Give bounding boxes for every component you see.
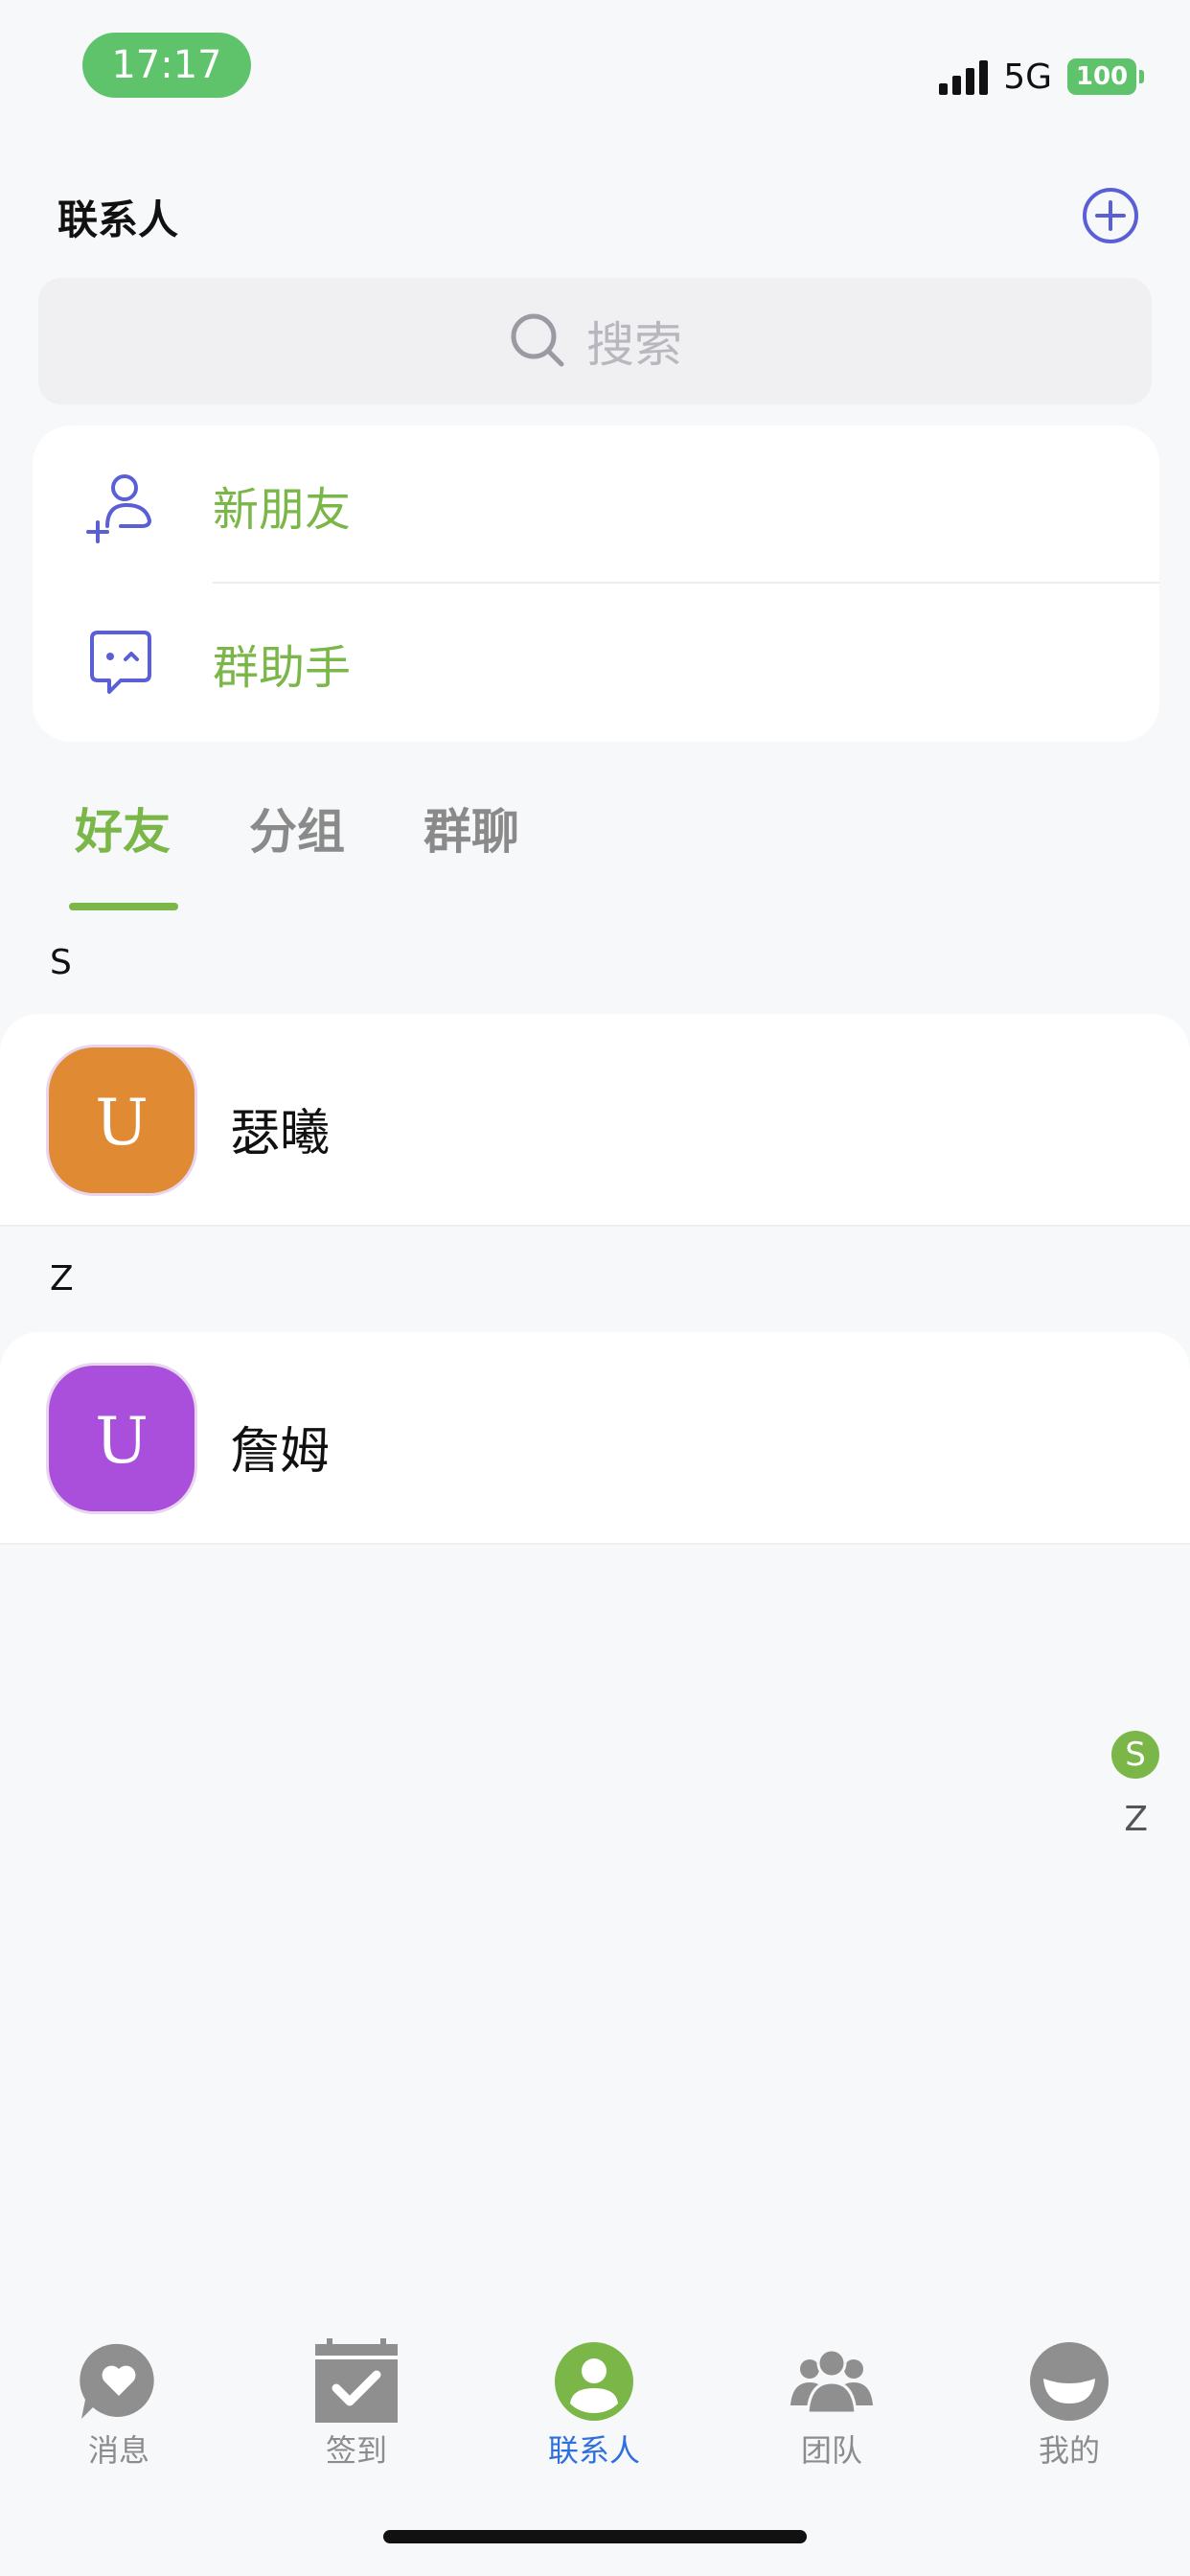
nav-label: 消息 bbox=[87, 2432, 149, 2469]
team-icon bbox=[790, 2348, 873, 2415]
search-placeholder: 搜索 bbox=[586, 317, 682, 373]
home-indicator[interactable] bbox=[383, 2530, 807, 2543]
tab-groups[interactable]: 分组 bbox=[249, 794, 345, 862]
search-icon bbox=[511, 313, 564, 367]
status-indicators: 5G 100 bbox=[939, 54, 1144, 100]
network-type: 5G bbox=[1003, 57, 1052, 97]
avatar: U bbox=[46, 1363, 197, 1514]
section-header-z: Z bbox=[50, 1259, 74, 1299]
battery-icon: 100 bbox=[1067, 58, 1144, 95]
page-title: 联系人 bbox=[57, 196, 179, 243]
tab-friends[interactable]: 好友 bbox=[75, 794, 171, 862]
index-letter-z[interactable]: Z bbox=[1124, 1800, 1148, 1839]
nav-item-check-in[interactable]: 签到 bbox=[238, 2319, 475, 2492]
status-time: 17:17 bbox=[82, 33, 251, 98]
bottom-nav: 消息 签到 联系人 团队 我的 bbox=[0, 2319, 1190, 2492]
active-tab-indicator bbox=[69, 903, 178, 910]
search-input[interactable]: 搜索 bbox=[38, 278, 1152, 404]
nav-label: 联系人 bbox=[547, 2432, 640, 2469]
battery-level: 100 bbox=[1075, 62, 1129, 91]
add-contact-button[interactable] bbox=[1081, 186, 1140, 245]
profile-icon bbox=[1030, 2342, 1109, 2421]
contacts-screen: 17:17 5G 100 联系人 搜索 新朋友 群助手 好友 分组 群聊 S U… bbox=[0, 0, 1190, 2576]
new-friends-entry[interactable]: 新朋友 bbox=[33, 426, 1159, 584]
contacts-icon bbox=[555, 2342, 633, 2421]
plus-circle-icon bbox=[1083, 188, 1138, 243]
signal-icon bbox=[939, 58, 989, 95]
nav-item-me[interactable]: 我的 bbox=[950, 2319, 1188, 2492]
contact-name: 瑟曦 bbox=[230, 1105, 331, 1162]
group-assistant-label: 群助手 bbox=[213, 640, 352, 695]
nav-label: 签到 bbox=[325, 2432, 387, 2469]
check-in-calendar-icon bbox=[315, 2338, 398, 2423]
nav-label: 团队 bbox=[800, 2432, 862, 2469]
contact-row-jaime[interactable]: U 詹姆 bbox=[0, 1332, 1190, 1545]
section-header-s: S bbox=[50, 943, 72, 982]
contact-name: 詹姆 bbox=[230, 1423, 331, 1481]
group-assistant-entry[interactable]: 群助手 bbox=[33, 584, 1159, 742]
new-friends-label: 新朋友 bbox=[213, 482, 352, 537]
add-person-icon bbox=[86, 473, 152, 543]
message-heart-icon bbox=[80, 2343, 154, 2419]
tab-group-chats[interactable]: 群聊 bbox=[423, 794, 519, 862]
nav-item-messages[interactable]: 消息 bbox=[0, 2319, 238, 2492]
avatar: U bbox=[46, 1045, 197, 1196]
contact-row-cersei[interactable]: U 瑟曦 bbox=[0, 1014, 1190, 1227]
index-letter-s[interactable]: S bbox=[1111, 1731, 1159, 1779]
quick-entry-card: 新朋友 群助手 bbox=[33, 426, 1159, 742]
nav-item-contacts[interactable]: 联系人 bbox=[475, 2319, 713, 2492]
group-assistant-icon bbox=[90, 630, 151, 694]
nav-item-team[interactable]: 团队 bbox=[713, 2319, 950, 2492]
nav-label: 我的 bbox=[1038, 2432, 1100, 2469]
